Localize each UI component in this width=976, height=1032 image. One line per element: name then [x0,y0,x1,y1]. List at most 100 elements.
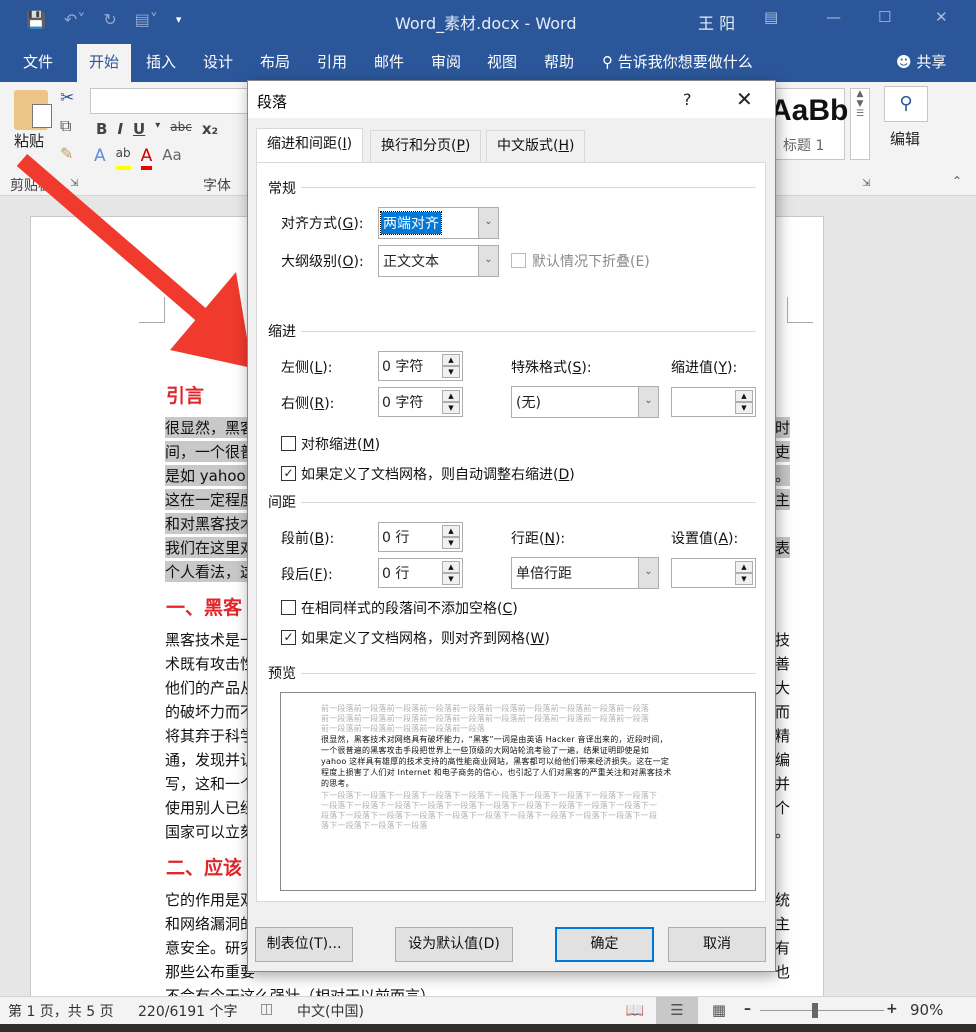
zoom-slider[interactable] [760,1010,884,1011]
proofing-icon[interactable]: ◫ [260,1001,273,1017]
auto-adjust-indent-checkbox[interactable]: ✓ [281,466,296,481]
tab-file[interactable]: 文件 [13,44,63,82]
print-layout-icon[interactable]: ☰ [656,997,698,1024]
paste-icon[interactable] [14,90,52,130]
tab-home[interactable]: 开始 [77,44,132,82]
paste-button-label[interactable]: 粘贴 [14,130,44,151]
subscript-button[interactable]: x₂ [202,120,218,138]
find-icon[interactable]: ⚲ [884,86,928,122]
alignment-select[interactable]: 两端对齐 ⌄ [378,207,499,239]
tab-indents-spacing[interactable]: 缩进和间距(I) [256,128,364,163]
zoom-slider-thumb[interactable] [812,1003,818,1018]
user-name[interactable]: 王 阳 [698,10,735,34]
minimize-icon[interactable]: — [826,8,841,26]
spin-down-icon[interactable]: ▼ [442,537,460,549]
spacing-before-spinner[interactable]: 0 行 ▲ ▼ [378,522,463,552]
text-effects-button[interactable]: A [94,146,106,170]
indent-left-spinner[interactable]: 0 字符 ▲ ▼ [378,351,463,381]
spin-up-icon[interactable]: ▲ [442,525,460,537]
zoom-level[interactable]: 90% [910,1001,943,1019]
snap-to-grid-checkbox[interactable]: ✓ [281,630,296,645]
outline-level-select[interactable]: 正文文本 ⌄ [378,245,499,277]
spin-down-icon[interactable]: ▼ [735,402,753,414]
tab-design[interactable]: 设计 [193,44,243,82]
spacing-after-spinner[interactable]: 0 行 ▲ ▼ [378,558,463,588]
font-name-input[interactable] [90,88,250,114]
word-count[interactable]: 220/6191 个字 [138,1001,238,1021]
copy-icon[interactable]: ⧉ [60,116,71,136]
tab-line-page-breaks[interactable]: 换行和分页(P) [370,130,482,162]
spin-up-icon[interactable]: ▲ [735,390,753,402]
spin-down-icon[interactable]: ▼ [442,402,460,414]
line-spacing-select[interactable]: 单倍行距 ⌄ [511,557,659,589]
spin-down-icon[interactable]: ▼ [735,573,753,585]
bold-button[interactable]: B [96,120,107,138]
tab-view[interactable]: 视图 [477,44,527,82]
help-icon[interactable]: ? [683,90,692,109]
spin-down-icon[interactable]: ▼ [442,366,460,378]
spin-up-icon[interactable]: ▲ [442,390,460,402]
page-count[interactable]: 第 1 页，共 5 页 [8,1001,114,1021]
line-spacing-at-spinner[interactable]: ▲ ▼ [671,558,756,588]
language[interactable]: 中文(中国) [297,1001,364,1021]
redo-icon[interactable]: ↻ [103,10,116,29]
indent-right-spinner[interactable]: 0 字符 ▲ ▼ [378,387,463,417]
ok-button[interactable]: 确定 [555,927,654,962]
styles-dialog-launcher-icon[interactable]: ⇲ [862,178,870,189]
no-space-same-style-checkbox[interactable] [281,600,296,615]
spin-up-icon[interactable]: ▲ [442,561,460,573]
zoom-out-button[interactable]: – [744,1001,751,1017]
tell-me-search[interactable]: ⚲ 告诉我你想要做什么 [602,44,753,82]
italic-button[interactable]: I [117,120,123,138]
special-select[interactable]: (无) ⌄ [511,386,659,418]
tab-help[interactable]: 帮助 [534,44,584,82]
undo-icon[interactable]: ↶˅ [64,10,85,29]
chevron-down-icon[interactable]: ⌄ [638,387,658,417]
editing-button[interactable]: 编辑 [890,128,920,149]
tab-asian-typography[interactable]: 中文版式(H) [486,130,586,162]
format-painter-icon[interactable]: ✎ [60,144,73,163]
tab-mailings[interactable]: 邮件 [364,44,414,82]
cancel-button[interactable]: 取消 [668,927,766,962]
read-mode-icon[interactable]: 📖 [614,997,656,1024]
mirror-indents-checkbox[interactable] [281,436,296,451]
collapse-ribbon-icon[interactable]: ⌃ [952,174,962,188]
divider [301,502,756,503]
chevron-down-icon[interactable]: ⌄ [478,208,498,238]
dialog-launcher-icon[interactable]: ⇲ [70,178,78,189]
highlight-button[interactable]: ab [115,146,131,170]
touch-mode-icon[interactable]: ▤˅ [135,10,158,29]
tabs-button[interactable]: 制表位(T)... [255,927,353,962]
collapse-checkbox[interactable] [511,253,526,268]
tab-references[interactable]: 引用 [307,44,357,82]
doc-line: 将其弃于科学 [165,727,256,745]
spin-up-icon[interactable]: ▲ [442,354,460,366]
ribbon-display-icon[interactable]: ▤ [764,8,778,26]
tab-layout[interactable]: 布局 [250,44,300,82]
customize-qat-icon[interactable]: ▾ [176,13,182,26]
chevron-down-icon[interactable]: ⌄ [638,558,658,588]
set-as-default-button[interactable]: 设为默认值(D) [395,927,513,962]
indent-by-spinner[interactable]: ▲ ▼ [671,387,756,417]
close-icon[interactable]: ✕ [935,8,948,26]
web-layout-icon[interactable]: ▦ [698,997,740,1024]
spin-up-icon[interactable]: ▲ [735,561,753,573]
underline-button[interactable]: U [133,120,145,138]
tab-review[interactable]: 审阅 [421,44,471,82]
maximize-icon[interactable]: ☐ [878,8,891,26]
style-preview[interactable]: AaBb [770,94,848,128]
save-icon[interactable]: 💾 [26,10,46,29]
font-color-button[interactable]: A [140,146,153,170]
dialog-title-bar[interactable]: 段落 ? ✕ [248,81,775,118]
tab-insert[interactable]: 插入 [136,44,186,82]
cut-icon[interactable]: ✂ [60,88,74,108]
change-case-button[interactable]: Aa [162,146,181,170]
doc-line: 意安全。研究 [165,939,256,957]
strikethrough-button[interactable]: abc [170,120,192,138]
style-gallery-scroll[interactable]: ▲ ▼ ☰ [850,88,870,160]
chevron-down-icon[interactable]: ⌄ [478,246,498,276]
spin-down-icon[interactable]: ▼ [442,573,460,585]
share-button[interactable]: ☻ 共享 [896,44,946,82]
zoom-in-button[interactable]: + [886,1001,898,1017]
close-icon[interactable]: ✕ [736,87,753,111]
